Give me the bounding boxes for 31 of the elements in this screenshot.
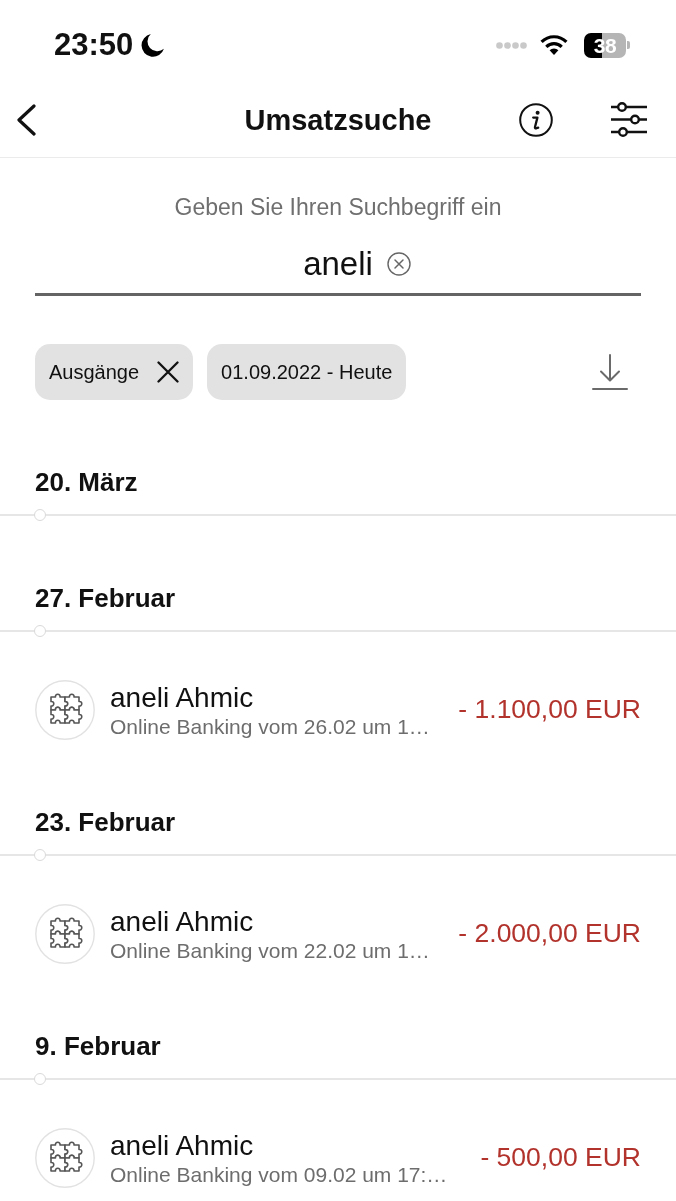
transaction-description: Online Banking vom 22.02 um 1… [110,937,430,963]
transaction-description: Online Banking vom 09.02 um 17:… [110,1161,448,1187]
sliders-icon[interactable] [611,102,647,137]
transaction-amount: - 2.000,00 EUR [458,917,641,951]
date-header: 20. März [35,466,138,498]
puzzle-icon [35,680,95,740]
search-field[interactable]: aneli [35,242,641,296]
info-icon[interactable] [519,102,553,137]
date-header: 23. Februar [35,806,176,838]
transaction-amount: - 500,00 EUR [480,1141,641,1175]
payee-name: aneli Ahmic [110,905,254,938]
close-icon[interactable] [157,361,180,383]
puzzle-icon [35,904,95,964]
clear-icon[interactable] [387,252,411,276]
wifi-icon [540,35,568,55]
moon-icon [141,33,166,57]
puzzle-icon [35,1128,95,1188]
date-header: 9. Februar [35,1030,161,1062]
search-label: Geben Sie Ihren Suchbegriff ein [174,194,502,221]
page-title: Umsatzsuche [244,102,432,137]
transaction-description: Online Banking vom 26.02 um 1… [110,713,430,739]
signal-icon [496,41,527,49]
date-header: 27. Februar [35,582,176,614]
filter-chip[interactable]: Ausgänge [35,344,194,400]
payee-name: aneli Ahmic [110,681,254,714]
payee-name: aneli Ahmic [110,1129,254,1162]
filter-chip[interactable]: 01.09.2022 - Heute [207,344,407,400]
download-icon[interactable] [592,354,628,390]
status-time: 23:50 [54,27,134,63]
back-icon[interactable] [15,103,37,136]
transaction-amount: - 1.100,00 EUR [458,693,641,727]
